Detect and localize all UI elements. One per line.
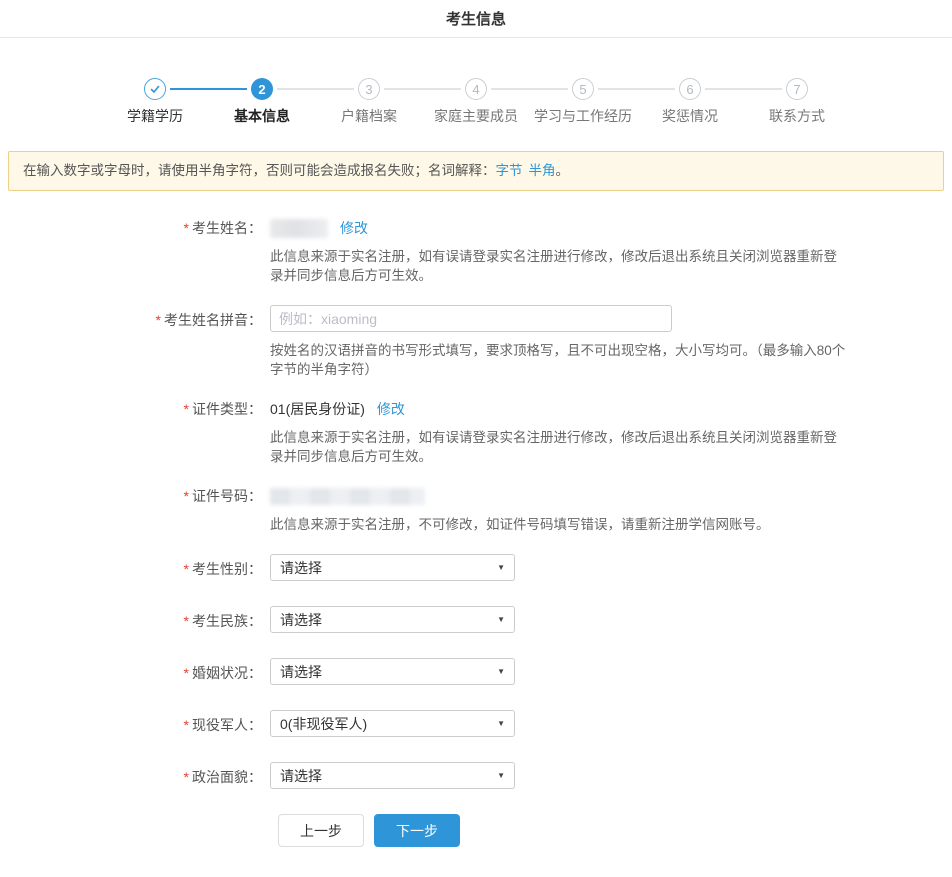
dropdown-caret-icon: ▼ xyxy=(497,616,505,624)
step-label: 家庭主要成员 xyxy=(434,106,518,126)
halfwidth-glossary-link[interactable]: 半角 xyxy=(529,163,556,178)
required-marker: * xyxy=(184,613,189,629)
military-service-label: *现役军人： xyxy=(0,710,262,735)
field-marital-status: *婚姻状况： 请选择 ▼ xyxy=(0,658,952,685)
dropdown-caret-icon: ▼ xyxy=(497,720,505,728)
field-name-pinyin: *考生姓名拼音： 按姓名的汉语拼音的书写形式填写，要求顶格写，且不可出现空格，大… xyxy=(0,305,952,379)
id-number-redacted xyxy=(270,488,425,505)
step-label: 奖惩情况 xyxy=(662,106,718,126)
step-rewards-punishments[interactable]: 6 奖惩情况 xyxy=(679,78,701,100)
name-pinyin-help: 按姓名的汉语拼音的书写形式填写，要求顶格写，且不可出现空格，大小写均可。（最多输… xyxy=(270,341,846,379)
step-label: 基本信息 xyxy=(234,106,290,126)
page-title: 考生信息 xyxy=(446,8,506,29)
step-connector xyxy=(277,88,354,90)
halfwidth-notice-bar: 在输入数字或字母时，请使用半角字符，否则可能会造成报名失败；名词解释：字节半角。 xyxy=(8,151,944,191)
name-pinyin-label: *考生姓名拼音： xyxy=(0,305,262,330)
step-student-status[interactable]: 学籍学历 xyxy=(144,78,166,100)
step-family-members[interactable]: 4 家庭主要成员 xyxy=(465,78,487,100)
dropdown-caret-icon: ▼ xyxy=(497,564,505,572)
marital-status-label: *婚姻状况： xyxy=(0,658,262,683)
step-label: 学籍学历 xyxy=(127,106,183,126)
required-marker: * xyxy=(184,665,189,681)
candidate-name-redacted xyxy=(270,219,328,238)
field-ethnicity: *考生民族： 请选择 ▼ xyxy=(0,606,952,633)
notice-text: 在输入数字或字母时，请使用半角字符，否则可能会造成报名失败；名词解释： xyxy=(23,163,496,178)
id-type-help: 此信息来源于实名注册，如有误请登录实名注册进行修改，修改后退出系统且关闭浏览器重… xyxy=(270,428,846,466)
field-candidate-name: *考生姓名： 修改 此信息来源于实名注册，如有误请登录实名注册进行修改，修改后退… xyxy=(0,218,952,285)
pinyin-input[interactable] xyxy=(270,305,672,332)
dropdown-caret-icon: ▼ xyxy=(497,772,505,780)
step-number: 6 xyxy=(679,78,701,100)
ethnicity-select-value: 请选择 xyxy=(280,610,322,630)
modify-name-link[interactable]: 修改 xyxy=(340,218,368,238)
required-marker: * xyxy=(184,401,189,417)
required-marker: * xyxy=(184,488,189,504)
field-political-status: *政治面貌： 请选择 ▼ xyxy=(0,762,952,789)
step-connector xyxy=(170,88,247,90)
page-header: 考生信息 xyxy=(0,0,952,38)
marital-status-select[interactable]: 请选择 ▼ xyxy=(270,658,515,685)
military-service-select-value: 0(非现役军人) xyxy=(280,714,367,734)
required-marker: * xyxy=(184,769,189,785)
political-status-select[interactable]: 请选择 ▼ xyxy=(270,762,515,789)
candidate-info-page: 考生信息 学籍学历 2 基本信息 3 户籍档案 4 家庭主要成员 5 学习与工作… xyxy=(0,0,952,847)
id-type-label: *证件类型： xyxy=(0,399,262,419)
required-marker: * xyxy=(184,717,189,733)
check-icon xyxy=(144,78,166,100)
step-connector xyxy=(384,88,461,90)
political-status-label: *政治面貌： xyxy=(0,762,262,787)
required-marker: * xyxy=(156,312,161,328)
field-id-number: *证件号码： 此信息来源于实名注册，不可修改，如证件号码填写错误，请重新注册学信… xyxy=(0,486,952,534)
modify-id-type-link[interactable]: 修改 xyxy=(377,399,405,419)
ethnicity-label: *考生民族： xyxy=(0,606,262,631)
ethnicity-select[interactable]: 请选择 ▼ xyxy=(270,606,515,633)
field-gender: *考生性别： 请选择 ▼ xyxy=(0,554,952,581)
step-household-file[interactable]: 3 户籍档案 xyxy=(358,78,380,100)
field-military-service: *现役军人： 0(非现役军人) ▼ xyxy=(0,710,952,737)
step-number: 5 xyxy=(572,78,594,100)
step-number: 3 xyxy=(358,78,380,100)
field-id-type: *证件类型： 01(居民身份证) 修改 此信息来源于实名注册，如有误请登录实名注… xyxy=(0,399,952,466)
step-connector xyxy=(491,88,568,90)
dropdown-caret-icon: ▼ xyxy=(497,668,505,676)
basic-info-form: *考生姓名： 修改 此信息来源于实名注册，如有误请登录实名注册进行修改，修改后退… xyxy=(0,218,952,847)
marital-status-select-value: 请选择 xyxy=(280,662,322,682)
step-number: 4 xyxy=(465,78,487,100)
id-number-label: *证件号码： xyxy=(0,486,262,506)
military-service-select[interactable]: 0(非现役军人) ▼ xyxy=(270,710,515,737)
step-connector xyxy=(598,88,675,90)
candidate-name-label: *考生姓名： xyxy=(0,218,262,238)
required-marker: * xyxy=(184,220,189,236)
step-study-work-history[interactable]: 5 学习与工作经历 xyxy=(572,78,594,100)
step-label: 学习与工作经历 xyxy=(534,106,632,126)
step-number: 7 xyxy=(786,78,808,100)
step-label: 户籍档案 xyxy=(341,106,397,126)
id-type-value: 01(居民身份证) xyxy=(270,399,365,419)
step-contact-info[interactable]: 7 联系方式 xyxy=(786,78,808,100)
id-number-help: 此信息来源于实名注册，不可修改，如证件号码填写错误，请重新注册学信网账号。 xyxy=(270,515,846,534)
political-status-select-value: 请选择 xyxy=(280,766,322,786)
required-marker: * xyxy=(184,561,189,577)
step-basic-info[interactable]: 2 基本信息 xyxy=(251,78,273,100)
progress-stepper: 学籍学历 2 基本信息 3 户籍档案 4 家庭主要成员 5 学习与工作经历 6 … xyxy=(144,78,808,136)
notice-period: 。 xyxy=(556,163,570,178)
candidate-name-help: 此信息来源于实名注册，如有误请登录实名注册进行修改，修改后退出系统且关闭浏览器重… xyxy=(270,247,846,285)
gender-select-value: 请选择 xyxy=(280,558,322,578)
gender-label: *考生性别： xyxy=(0,554,262,579)
gender-select[interactable]: 请选择 ▼ xyxy=(270,554,515,581)
byte-glossary-link[interactable]: 字节 xyxy=(496,163,523,178)
step-connector xyxy=(705,88,782,90)
step-number: 2 xyxy=(251,78,273,100)
step-label: 联系方式 xyxy=(769,106,825,126)
